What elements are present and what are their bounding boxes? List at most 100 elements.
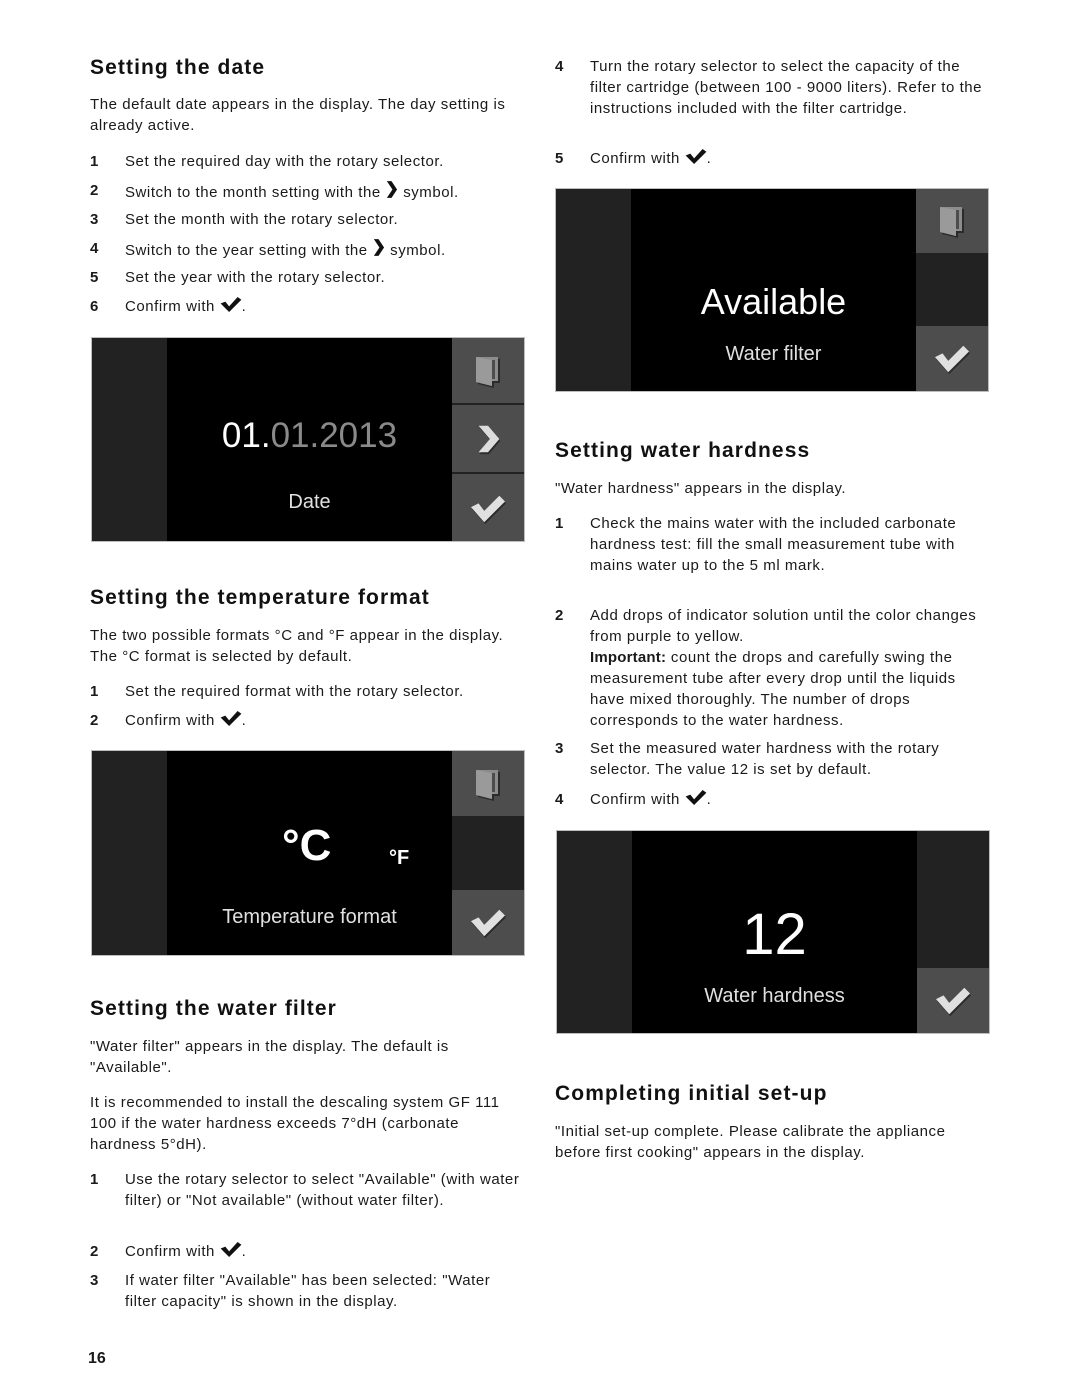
step-text-pre: Switch to the year setting with the (125, 242, 368, 259)
step-number: 3 (555, 740, 564, 757)
display-buttons (916, 189, 988, 391)
step-text: Switch to the year setting with the symb… (125, 238, 525, 261)
important-label: Important: (590, 649, 667, 666)
confirm-button[interactable] (452, 890, 524, 955)
step-number: 4 (90, 240, 99, 257)
step-number: 5 (90, 269, 99, 286)
step-number: 1 (90, 153, 99, 170)
date-display: 01.01.2013 Date (91, 337, 525, 542)
water-hardness-value: 12 (742, 902, 807, 967)
section-title-water-filter: Setting the water filter (90, 997, 337, 1020)
step-text-post: symbol. (390, 242, 446, 259)
step-text-post: . (241, 1243, 247, 1260)
step-text-pre: Confirm with (125, 298, 215, 315)
step-text: Confirm with . (125, 710, 525, 731)
confirm-button[interactable] (452, 472, 524, 541)
step-text: Set the year with the rotary selector. (125, 269, 386, 286)
check-icon (469, 906, 507, 940)
step-text: Add drops of indicator solution until th… (590, 605, 990, 731)
step-number: 3 (90, 211, 99, 228)
date-value: 01.01.2013 (167, 416, 452, 456)
step-number: 1 (90, 1171, 99, 1188)
check-icon (469, 492, 507, 526)
step-number: 1 (555, 515, 564, 532)
date-month-year: 01.2013 (270, 416, 398, 455)
page-number: 16 (88, 1350, 106, 1367)
door-button[interactable] (916, 189, 988, 253)
door-icon (934, 203, 970, 239)
empty-button-slot (916, 253, 988, 326)
step-number: 2 (90, 712, 99, 729)
step-number: 2 (555, 607, 564, 624)
section-title-date: Setting the date (90, 56, 266, 79)
step-text: Set the required day with the rotary sel… (125, 153, 444, 170)
step-text: Set the month with the rotary selector. (125, 211, 399, 228)
check-icon (685, 789, 707, 806)
check-icon (685, 148, 707, 165)
date-day-active: 01. (221, 416, 271, 455)
display-side-bar (556, 189, 631, 391)
display-side-bar (557, 831, 632, 1033)
step-number: 3 (90, 1272, 99, 1289)
chevron-right-icon (372, 238, 385, 257)
water-filter-intro: "Water filter" appears in the display. T… (90, 1038, 449, 1076)
check-icon (220, 710, 242, 727)
chevron-right-icon (385, 180, 398, 199)
step-text-pre: Switch to the month setting with the (125, 184, 381, 201)
check-icon (220, 1241, 242, 1258)
display-side-bar (92, 338, 167, 541)
door-button[interactable] (452, 338, 524, 403)
step-text-post: symbol. (403, 184, 459, 201)
display-label: Water filter (725, 343, 822, 365)
display-label: Water hardness (704, 985, 845, 1007)
step-text-pre: Confirm with (590, 791, 680, 808)
step-number: 6 (90, 298, 99, 315)
next-button[interactable] (452, 403, 524, 472)
step-number: 4 (555, 791, 564, 808)
step-number: 5 (555, 150, 564, 167)
temperature-display: °C °F Temperature format (91, 750, 525, 956)
step-text: Set the measured water hardness with the… (590, 740, 940, 778)
step-text-pre: Confirm with (125, 712, 215, 729)
step-text: Confirm with . (125, 296, 525, 317)
step-text: Use the rotary selector to select "Avail… (125, 1171, 520, 1209)
water-filter-note: It is recommended to install the descali… (90, 1094, 500, 1153)
display-label: Date (288, 491, 331, 513)
step-text: If water filter "Available" has been sel… (125, 1272, 491, 1310)
section-title-temperature: Setting the temperature format (90, 586, 430, 609)
step-text: Confirm with . (590, 789, 990, 810)
date-intro: The default date appears in the display.… (90, 96, 506, 134)
door-button[interactable] (452, 751, 524, 816)
chevron-right-icon (471, 422, 505, 456)
check-icon (220, 296, 242, 313)
water-filter-value: Available (700, 281, 847, 322)
step-text: Switch to the month setting with the sym… (125, 180, 525, 203)
step-text-main: Add drops of indicator solution until th… (590, 607, 977, 645)
empty-button-slot (452, 816, 524, 890)
empty-button-slot (917, 831, 989, 968)
confirm-button[interactable] (917, 968, 989, 1033)
door-icon (470, 353, 506, 389)
water-hardness-display: 12 Water hardness (556, 830, 990, 1034)
celsius-option[interactable]: °C (282, 821, 331, 871)
confirm-button[interactable] (916, 326, 988, 391)
display-side-bar (92, 751, 167, 955)
check-icon (934, 984, 972, 1018)
step-number: 1 (90, 683, 99, 700)
step-text-post: . (241, 712, 247, 729)
step-text: Confirm with . (125, 1241, 525, 1262)
door-icon (470, 766, 506, 802)
step-text: Check the mains water with the included … (590, 515, 957, 574)
display-buttons (452, 338, 524, 541)
check-icon (933, 342, 971, 376)
step-text-post: . (706, 150, 712, 167)
step-text: Confirm with . (590, 148, 990, 169)
display-buttons (452, 751, 524, 955)
section-title-water-hardness: Setting water hardness (555, 439, 811, 462)
step-text: Turn the rotary selector to select the c… (590, 58, 983, 117)
step-text-pre: Confirm with (590, 150, 680, 167)
temperature-intro: The two possible formats °C and °F appea… (90, 627, 504, 665)
display-label: Temperature format (222, 906, 397, 928)
step-number: 4 (555, 58, 564, 75)
fahrenheit-option[interactable]: °F (389, 847, 409, 870)
